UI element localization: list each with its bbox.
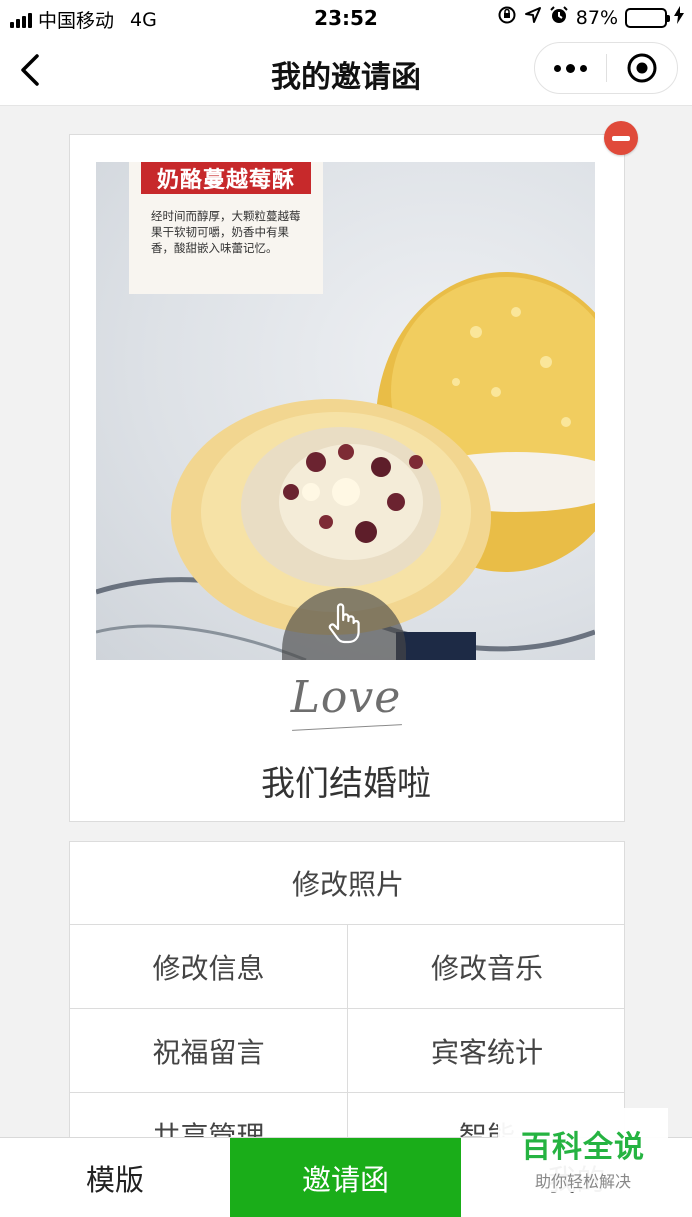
- battery-percent: 87%: [575, 6, 618, 29]
- share-manage-button[interactable]: 共享管理: [70, 1093, 348, 1140]
- watermark-subtitle: 助你轻松解决: [534, 1172, 631, 1191]
- product-label-title: 奶酪蔓越莓酥: [141, 162, 311, 194]
- blessings-button[interactable]: 祝福留言: [70, 1009, 348, 1093]
- rotation-lock-icon: [497, 5, 517, 30]
- watermark-title: 百科全说: [521, 1130, 645, 1165]
- alarm-icon: [549, 5, 569, 30]
- love-script-text: Love: [290, 672, 402, 723]
- product-label: 奶酪蔓越莓酥 经时间而醇厚，大颗粒蔓越莓果干软韧可嚼，奶香中有果香，酸甜嵌入味蕾…: [129, 162, 323, 294]
- status-right: 87%: [497, 5, 684, 30]
- more-button[interactable]: [535, 43, 606, 93]
- mini-program-capsule: [534, 42, 678, 94]
- location-icon: [524, 6, 542, 29]
- change-info-button[interactable]: 修改信息: [70, 925, 348, 1009]
- product-label-text: 经时间而醇厚，大颗粒蔓越莓果干软韧可嚼，奶香中有果香，酸甜嵌入味蕾记忆。: [151, 209, 301, 255]
- tab-invitation[interactable]: 邀请函: [230, 1138, 461, 1217]
- watermark: 百科全说 助你轻松解决: [498, 1108, 668, 1192]
- target-icon: [627, 53, 657, 83]
- hand-pointer-icon: [328, 603, 360, 644]
- close-button[interactable]: [607, 43, 678, 93]
- charging-icon: [674, 6, 684, 29]
- minus-icon: [612, 135, 630, 141]
- invitation-heading: 我们结婚啦: [261, 764, 431, 804]
- status-bar: 中国移动 4G 23:52 87%: [0, 0, 692, 36]
- change-photo-button[interactable]: 修改照片: [70, 842, 624, 925]
- action-grid: 修改照片 修改信息 修改音乐 祝福留言 宾客统计 共享管理 智能: [69, 841, 625, 1141]
- nav-bar: 我的邀请函: [0, 36, 692, 106]
- invitation-photo[interactable]: 奶酪蔓越莓酥 经时间而醇厚，大颗粒蔓越莓果干软韧可嚼，奶香中有果香，酸甜嵌入味蕾…: [96, 162, 595, 660]
- battery-icon: [625, 7, 670, 28]
- change-music-button[interactable]: 修改音乐: [348, 925, 624, 1009]
- tab-templates[interactable]: 模版: [0, 1138, 230, 1217]
- guest-stats-button[interactable]: 宾客统计: [348, 1009, 624, 1093]
- remove-button[interactable]: [604, 121, 638, 155]
